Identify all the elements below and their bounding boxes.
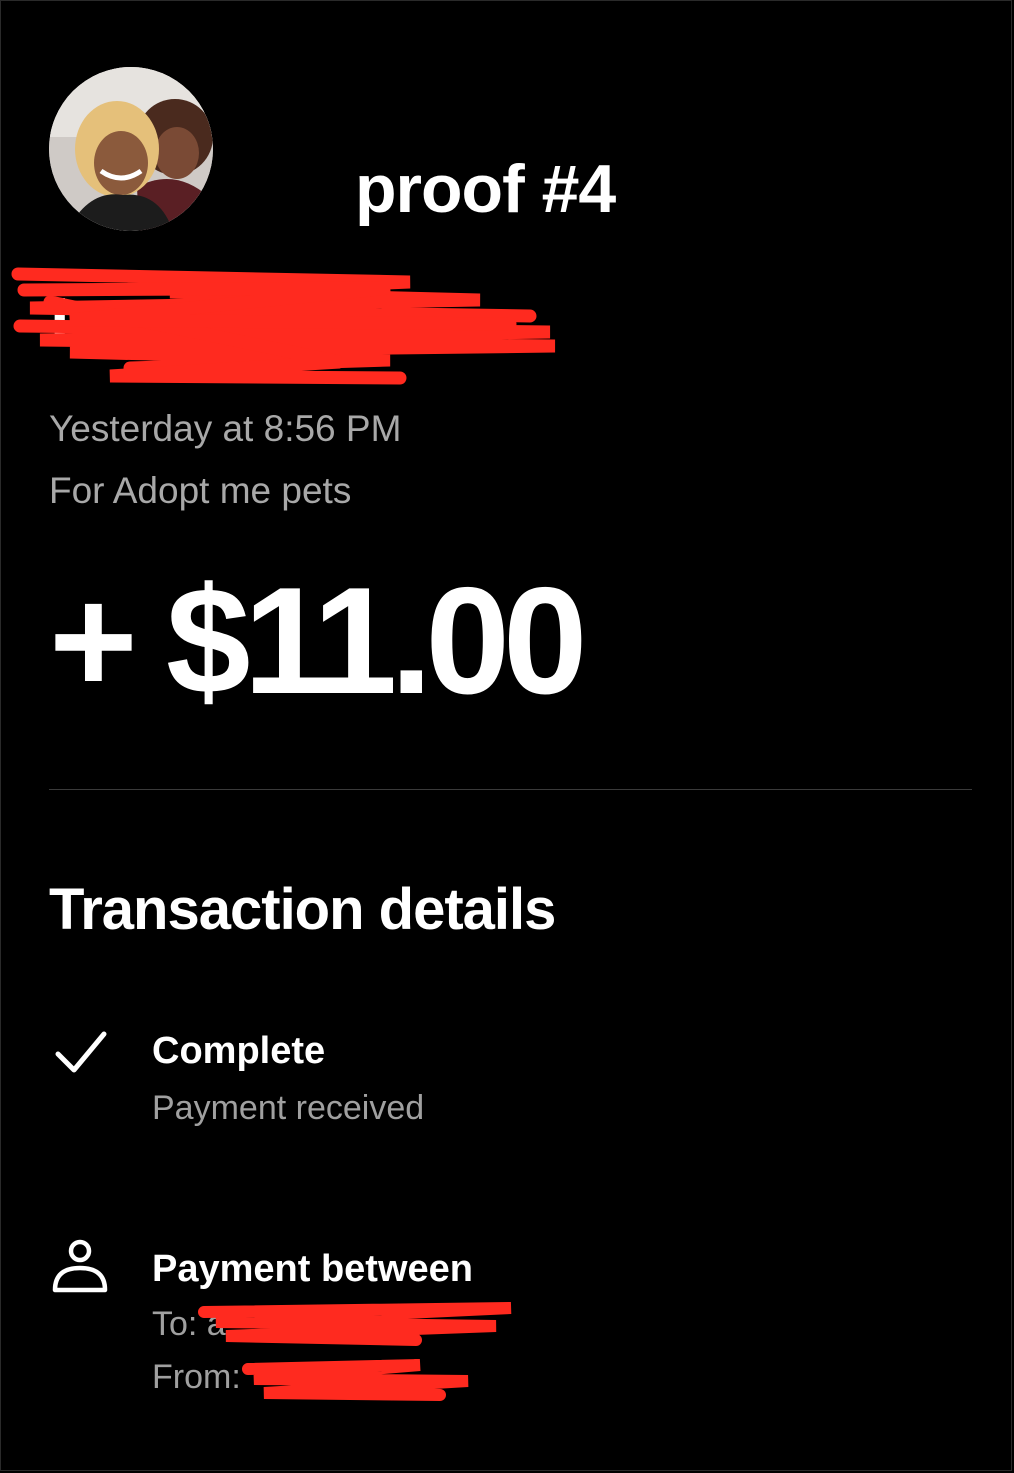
from-redaction: [242, 1359, 469, 1401]
transaction-note: For Adopt me pets: [49, 470, 352, 511]
redaction-scribble: [11, 267, 556, 385]
status-title: Complete: [152, 1030, 326, 1072]
recipient-name: I: [10, 262, 570, 392]
transaction-time: Yesterday at 8:56 PM: [49, 408, 402, 449]
overlay-title: proof #4: [355, 151, 616, 227]
person-icon: [52, 1239, 108, 1293]
from-line: From:: [152, 1358, 241, 1396]
status-subtitle: Payment received: [152, 1089, 425, 1127]
divider: [49, 789, 972, 790]
section-title: Transaction details: [49, 877, 556, 942]
avatar[interactable]: [49, 67, 213, 231]
avatar-photo: [49, 67, 213, 231]
check-icon: [55, 1031, 107, 1073]
to-redaction: [198, 1302, 512, 1346]
parties-title: Payment between: [152, 1248, 473, 1290]
transaction-amount: + $11.00: [49, 556, 588, 726]
